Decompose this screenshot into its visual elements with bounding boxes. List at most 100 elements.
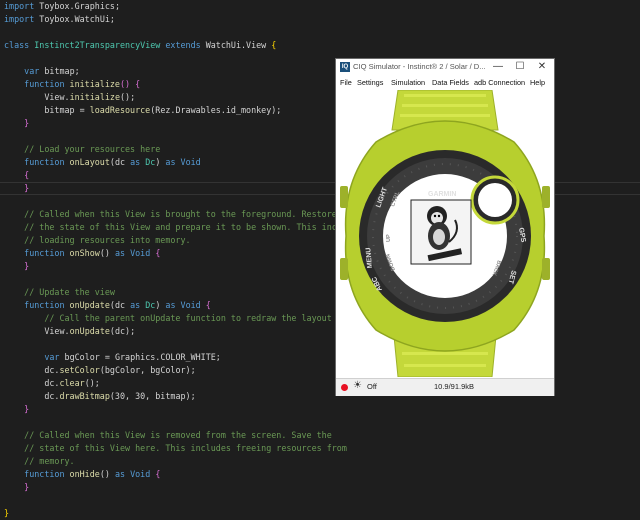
code-token: onHide — [64, 469, 100, 479]
code-token: as — [130, 157, 141, 167]
code-token: function — [24, 469, 65, 479]
code-token: onUpdate — [64, 300, 110, 310]
code-token: { — [205, 300, 211, 310]
monkey-face — [431, 212, 443, 224]
code-token: { — [271, 40, 277, 50]
code-line[interactable]: // Update the view — [4, 286, 115, 299]
code-token: Void — [125, 248, 151, 258]
code-line[interactable]: // state of this View here. This include… — [4, 442, 347, 455]
menu-file[interactable]: File — [340, 78, 352, 87]
code-line[interactable]: } — [4, 403, 29, 416]
code-line[interactable]: { — [4, 169, 29, 182]
code-line[interactable]: } — [4, 182, 29, 195]
simulator-title-bar[interactable]: IQ CIQ Simulator - Instinct® 2 / Solar /… — [336, 59, 554, 76]
code-token: as — [114, 248, 126, 258]
code-line[interactable]: // Call the parent onUpdate function to … — [4, 312, 331, 325]
code-line[interactable]: } — [4, 507, 9, 520]
code-line[interactable]: import Toybox.Graphics; — [4, 0, 120, 13]
code-line[interactable]: var bitmap; — [4, 65, 79, 78]
code-token: onShow — [64, 248, 100, 258]
band-stripe-top-2 — [402, 104, 488, 107]
maximize-button[interactable]: ☐ — [509, 60, 531, 74]
code-token: // memory. — [4, 456, 75, 466]
menu-help[interactable]: Help — [530, 78, 545, 87]
device-view[interactable]: GARMIN LIGHT CTRL MENU ABC UP DOWN GPS S… — [336, 90, 554, 377]
code-token: function — [24, 79, 65, 89]
backlight-status: Off — [367, 382, 377, 391]
menu-adb-connection[interactable]: adb Connection — [474, 78, 525, 87]
code-token: // Load your resources here — [4, 144, 161, 154]
record-icon[interactable] — [341, 384, 348, 391]
simulator-status-bar: ☀ Off 10.9/91.9kB — [336, 378, 554, 396]
code-token: loadResource — [89, 105, 151, 115]
code-line[interactable]: function onLayout(dc as Dc) as Void — [4, 156, 201, 169]
code-line[interactable]: function onUpdate(dc as Dc) as Void { — [4, 299, 211, 312]
code-token: } — [24, 183, 30, 193]
code-line[interactable]: } — [4, 481, 29, 494]
light-button — [340, 186, 348, 208]
code-token: dc. — [4, 378, 60, 388]
code-line[interactable]: dc.setColor(bgColor, bgColor); — [4, 364, 195, 377]
code-token: // Called when this View is brought to t… — [4, 209, 337, 219]
code-line[interactable]: } — [4, 117, 29, 130]
code-token: as — [165, 157, 176, 167]
code-line[interactable]: // loading resources into memory. — [4, 234, 191, 247]
simulator-menu-bar: File Settings Simulation Data Fields adb… — [336, 77, 554, 90]
minimize-button[interactable]: — — [487, 60, 509, 74]
code-token: setColor — [59, 365, 100, 375]
code-token: bitmap = — [4, 105, 90, 115]
code-line[interactable]: bitmap = loadResource(Rez.Drawables.id_m… — [4, 104, 281, 117]
code-token: (Rez.Drawables.id_monkey); — [150, 105, 282, 115]
code-token: Toybox.Graphics; — [34, 1, 120, 11]
code-token: function — [24, 300, 65, 310]
code-line[interactable]: function onShow() as Void { — [4, 247, 160, 260]
code-line[interactable]: View.initialize(); — [4, 91, 135, 104]
menu-settings[interactable]: Settings — [357, 78, 383, 87]
gps-button — [542, 186, 550, 208]
monkey-eye-right — [437, 214, 441, 218]
abc-button — [340, 258, 348, 280]
code-line[interactable]: var bgColor = Graphics.COLOR_WHITE; — [4, 351, 221, 364]
menu-simulation[interactable]: Simulation — [391, 78, 425, 87]
code-line[interactable]: function initialize() { — [4, 78, 140, 91]
window-title: CIQ Simulator - Instinct® 2 / Solar / D.… — [353, 62, 486, 71]
code-token: class — [4, 40, 30, 50]
code-token: { — [24, 170, 30, 180]
code-line[interactable]: // Called when this View is brought to t… — [4, 208, 337, 221]
code-line[interactable]: import Toybox.WatchUi; — [4, 13, 115, 26]
close-button[interactable]: ✕ — [531, 60, 553, 74]
code-line[interactable]: dc.drawBitmap(30, 30, bitmap); — [4, 390, 195, 403]
code-token: // loading resources into memory. — [4, 235, 191, 245]
code-line[interactable]: dc.clear(); — [4, 377, 100, 390]
code-token: drawBitmap — [59, 391, 110, 401]
code-token: () — [119, 79, 131, 89]
code-line[interactable]: // the state of this View and prepare it… — [4, 221, 362, 234]
code-token: (); — [84, 378, 100, 388]
code-token: as — [114, 469, 126, 479]
simulator-window: IQ CIQ Simulator - Instinct® 2 / Solar /… — [335, 58, 555, 396]
code-line[interactable]: } — [4, 260, 29, 273]
code-line[interactable]: function onHide() as Void { — [4, 468, 160, 481]
menu-data-fields[interactable]: Data Fields — [432, 78, 469, 87]
code-token: // Update the view — [4, 287, 115, 297]
code-token: function — [24, 157, 65, 167]
code-line[interactable]: View.onUpdate(dc); — [4, 325, 135, 338]
code-token: as — [130, 300, 141, 310]
code-line[interactable]: // memory. — [4, 455, 75, 468]
code-line[interactable]: // Load your resources here — [4, 143, 160, 156]
code-token: import — [4, 1, 35, 11]
code-token: clear — [59, 378, 85, 388]
code-line[interactable]: class Instinct2TransparencyView extends … — [4, 39, 276, 52]
code-token: Void — [175, 300, 201, 310]
code-token: Void — [125, 469, 151, 479]
backlight-icon[interactable]: ☀ — [353, 380, 362, 391]
code-token: Void — [175, 157, 201, 167]
